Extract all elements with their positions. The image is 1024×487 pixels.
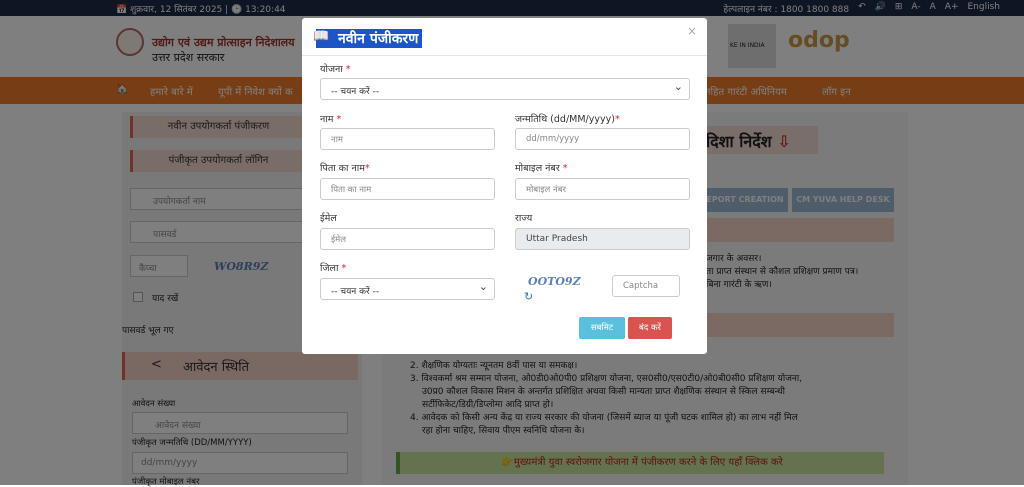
yojana-select[interactable]: -- चयन करें -- bbox=[320, 78, 690, 100]
book-icon: 📖 bbox=[313, 29, 330, 44]
mobile-label: मोबाइल नंबर * bbox=[515, 163, 568, 174]
yojana-label: योजना * bbox=[320, 64, 351, 75]
registration-modal: 📖 नवीन पंजीकरण × योजना * -- चयन करें -- … bbox=[302, 18, 707, 354]
state-field: Uttar Pradesh bbox=[515, 228, 690, 250]
father-name-label: पिता का नाम* bbox=[320, 163, 370, 174]
name-label: नाम * bbox=[320, 114, 342, 125]
email-input[interactable]: ईमेल bbox=[320, 228, 495, 250]
father-name-input[interactable]: पिता का नाम bbox=[320, 178, 495, 200]
dob-input[interactable]: dd/mm/yyyy bbox=[515, 128, 690, 150]
district-label: जिला * bbox=[320, 263, 347, 274]
close-button[interactable]: बंद करें bbox=[628, 317, 672, 339]
name-input[interactable]: नाम bbox=[320, 128, 495, 150]
email-label: ईमेल bbox=[320, 213, 337, 224]
mobile-input[interactable]: मोबाइल नंबर bbox=[515, 178, 690, 200]
state-label: राज्य bbox=[515, 213, 533, 224]
modal-title: नवीन पंजीकरण bbox=[316, 29, 423, 48]
district-select[interactable]: -- चयन करें -- bbox=[320, 278, 495, 300]
close-icon[interactable]: × bbox=[687, 24, 697, 38]
captcha-input[interactable]: Captcha bbox=[612, 275, 680, 297]
submit-button[interactable]: सबमिट bbox=[579, 317, 625, 339]
modal-divider bbox=[302, 55, 707, 56]
dob-label: जन्मतिथि (dd/MM/yyyy)* bbox=[515, 114, 620, 125]
refresh-icon[interactable]: ↻ bbox=[524, 290, 533, 303]
captcha-image: OOTO9Z bbox=[528, 275, 581, 288]
